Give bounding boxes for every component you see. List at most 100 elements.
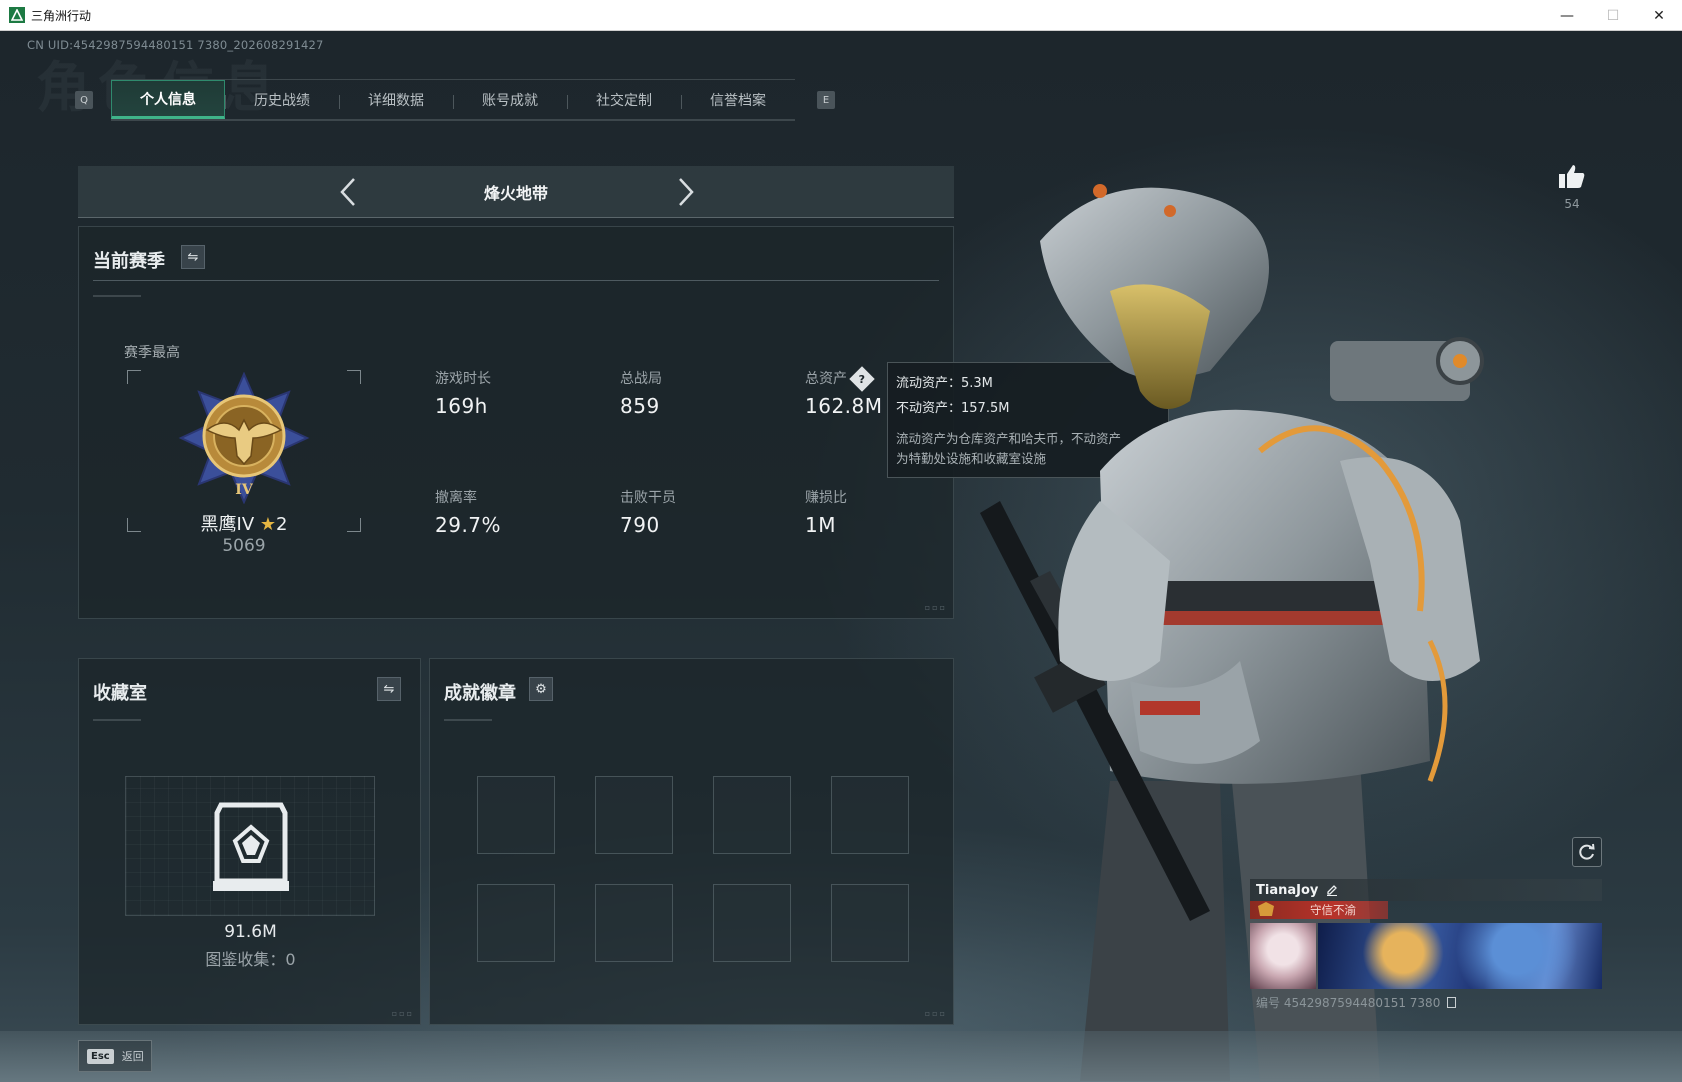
player-id-row: 编号 4542987594480151 7380 bbox=[1256, 994, 1457, 1011]
stat-total-matches: 总战局 859 bbox=[620, 368, 662, 418]
divider bbox=[93, 280, 939, 281]
badge-slot[interactable] bbox=[831, 884, 909, 962]
tab-history[interactable]: 历史战绩 bbox=[225, 80, 339, 119]
badge-slot[interactable] bbox=[831, 776, 909, 854]
corner-decor: ▫▫▫ bbox=[924, 603, 947, 612]
tab-credit-file[interactable]: 信誉档案 bbox=[681, 80, 795, 119]
stat-value: 169h bbox=[435, 394, 488, 418]
mode-title: 烽火地带 bbox=[483, 183, 548, 203]
rank-display: IV 黑鹰IV ★2 bbox=[127, 370, 361, 535]
season-best-label: 赛季最高 bbox=[124, 345, 180, 361]
tabs: 个人信息 历史战绩 详细数据 账号成就 社交定制 信誉档案 bbox=[111, 79, 795, 121]
player-name-row: TianaJoy bbox=[1250, 879, 1602, 901]
badge-slot[interactable] bbox=[595, 884, 673, 962]
badge-slot[interactable] bbox=[713, 884, 791, 962]
rank-name-row: 黑鹰IV ★2 bbox=[127, 510, 361, 536]
tab-detailed-data[interactable]: 详细数据 bbox=[339, 80, 453, 119]
collection-room-panel[interactable]: 收藏室 ⇋ 91.6M 图鉴收集：0 ▫▫▫ bbox=[78, 658, 421, 1025]
refresh-button[interactable] bbox=[1572, 837, 1602, 867]
help-icon[interactable]: ? bbox=[849, 366, 875, 392]
window-controls: — ☐ ✕ bbox=[1544, 0, 1682, 31]
corner-decor: ▫▫▫ bbox=[924, 1009, 947, 1018]
badge-slot[interactable] bbox=[713, 776, 791, 854]
rank-badge-icon: IV bbox=[178, 372, 310, 504]
chevron-left-icon bbox=[340, 178, 355, 206]
season-switch-button[interactable]: ⇋ bbox=[181, 245, 205, 269]
uid-text: CN UID:4542987594480151 7380_20260829142… bbox=[27, 38, 324, 52]
collection-title: 收藏室 bbox=[93, 683, 147, 704]
stat-profit-loss-ratio: 赚损比 1M bbox=[805, 487, 847, 537]
current-season-panel: 当前赛季 ⇋ 赛季最高 IV 黑鹰IV ★2 5069 游戏时长 169h 总战… bbox=[78, 226, 954, 619]
tab-bar: Q 个人信息 历史战绩 详细数据 账号成就 社交定制 信誉档案 E bbox=[75, 77, 835, 123]
close-button[interactable]: ✕ bbox=[1636, 0, 1682, 31]
like-widget[interactable]: 54 bbox=[1556, 163, 1588, 211]
corner-decor: ▫▫▫ bbox=[391, 1009, 414, 1018]
collection-count: 图鉴收集：0 bbox=[205, 950, 296, 969]
minimize-button[interactable]: — bbox=[1544, 0, 1590, 31]
stat-label: 击败干员 bbox=[620, 490, 676, 506]
player-name: TianaJoy bbox=[1256, 882, 1319, 898]
stat-value: 859 bbox=[620, 394, 660, 418]
app-logo-icon bbox=[9, 7, 25, 23]
stat-operators-defeated: 击败干员 790 bbox=[620, 487, 676, 537]
stat-label: 撤离率 bbox=[435, 490, 477, 506]
title-emblem-icon bbox=[1258, 902, 1274, 916]
corner-bracket bbox=[347, 370, 361, 384]
maximize-button[interactable]: ☐ bbox=[1590, 0, 1636, 31]
stat-total-assets: 总资产? 162.8M bbox=[805, 366, 883, 418]
player-title-bar: 守信不渝 bbox=[1250, 901, 1388, 919]
rank-name: 黑鹰IV bbox=[200, 514, 255, 535]
season-title: 当前赛季 bbox=[93, 251, 165, 272]
gear-icon: ⚙ bbox=[535, 681, 547, 697]
chevron-right-icon bbox=[679, 178, 694, 206]
back-button[interactable]: Esc 返回 bbox=[78, 1040, 152, 1072]
window-title: 三角洲行动 bbox=[31, 8, 92, 23]
decor-line bbox=[93, 719, 141, 721]
esc-key-hint: Esc bbox=[87, 1048, 114, 1064]
svg-text:IV: IV bbox=[235, 482, 254, 498]
player-title: 守信不渝 bbox=[1310, 903, 1356, 917]
stat-value: 1M bbox=[805, 513, 836, 537]
badge-slot[interactable] bbox=[477, 884, 555, 962]
mode-selector: 烽火地带 bbox=[78, 166, 954, 218]
next-tab-key-hint[interactable]: E bbox=[817, 91, 835, 109]
collection-switch-button[interactable]: ⇋ bbox=[377, 677, 401, 701]
player-card[interactable]: TianaJoy 守信不渝 编号 4542987594480151 7380 bbox=[1250, 879, 1602, 1011]
decor-line bbox=[444, 719, 492, 721]
decor-line bbox=[93, 295, 141, 297]
rank-score: 5069 bbox=[222, 536, 266, 556]
player-id: 编号 4542987594480151 7380 bbox=[1256, 996, 1441, 1010]
swap-icon: ⇋ bbox=[187, 249, 199, 265]
vault-preview bbox=[125, 776, 375, 916]
achievement-badges-panel: 成就徽章 ⚙ ▫▫▫ bbox=[429, 658, 954, 1025]
stat-label: 赚损比 bbox=[805, 490, 847, 506]
display-case-icon bbox=[213, 802, 289, 891]
next-mode-button[interactable] bbox=[670, 176, 702, 208]
window-titlebar: 三角洲行动 — ☐ ✕ bbox=[0, 0, 1682, 31]
swap-icon: ⇋ bbox=[383, 681, 395, 697]
profile-banner bbox=[1318, 923, 1602, 989]
tab-achievements[interactable]: 账号成就 bbox=[453, 80, 567, 119]
badge-settings-button[interactable]: ⚙ bbox=[529, 677, 553, 701]
prev-tab-key-hint[interactable]: Q bbox=[75, 91, 93, 109]
badge-slot[interactable] bbox=[595, 776, 673, 854]
corner-bracket bbox=[127, 370, 141, 384]
edit-pencil-icon[interactable] bbox=[1326, 884, 1338, 896]
avatar bbox=[1250, 923, 1316, 989]
game-viewport: 角色信息 CN UID:4542987594480151 7380_202608… bbox=[0, 31, 1682, 1082]
badge-slot[interactable] bbox=[477, 776, 555, 854]
refresh-icon bbox=[1579, 843, 1595, 860]
badges-title: 成就徽章 bbox=[444, 683, 516, 704]
copy-icon[interactable] bbox=[1447, 997, 1457, 1008]
prev-mode-button[interactable] bbox=[332, 176, 364, 208]
stat-extraction-rate: 撤离率 29.7% bbox=[435, 487, 501, 537]
tab-social-custom[interactable]: 社交定制 bbox=[567, 80, 681, 119]
tab-personal-info[interactable]: 个人信息 bbox=[111, 80, 225, 119]
stat-label-text: 总资产 bbox=[805, 371, 847, 387]
thumbs-up-icon bbox=[1559, 165, 1585, 188]
stat-playtime: 游戏时长 169h bbox=[435, 368, 491, 418]
stat-value: 790 bbox=[620, 513, 660, 537]
stat-label: 总资产? bbox=[805, 366, 883, 392]
stat-label: 游戏时长 bbox=[435, 371, 491, 387]
back-label: 返回 bbox=[121, 1050, 144, 1063]
